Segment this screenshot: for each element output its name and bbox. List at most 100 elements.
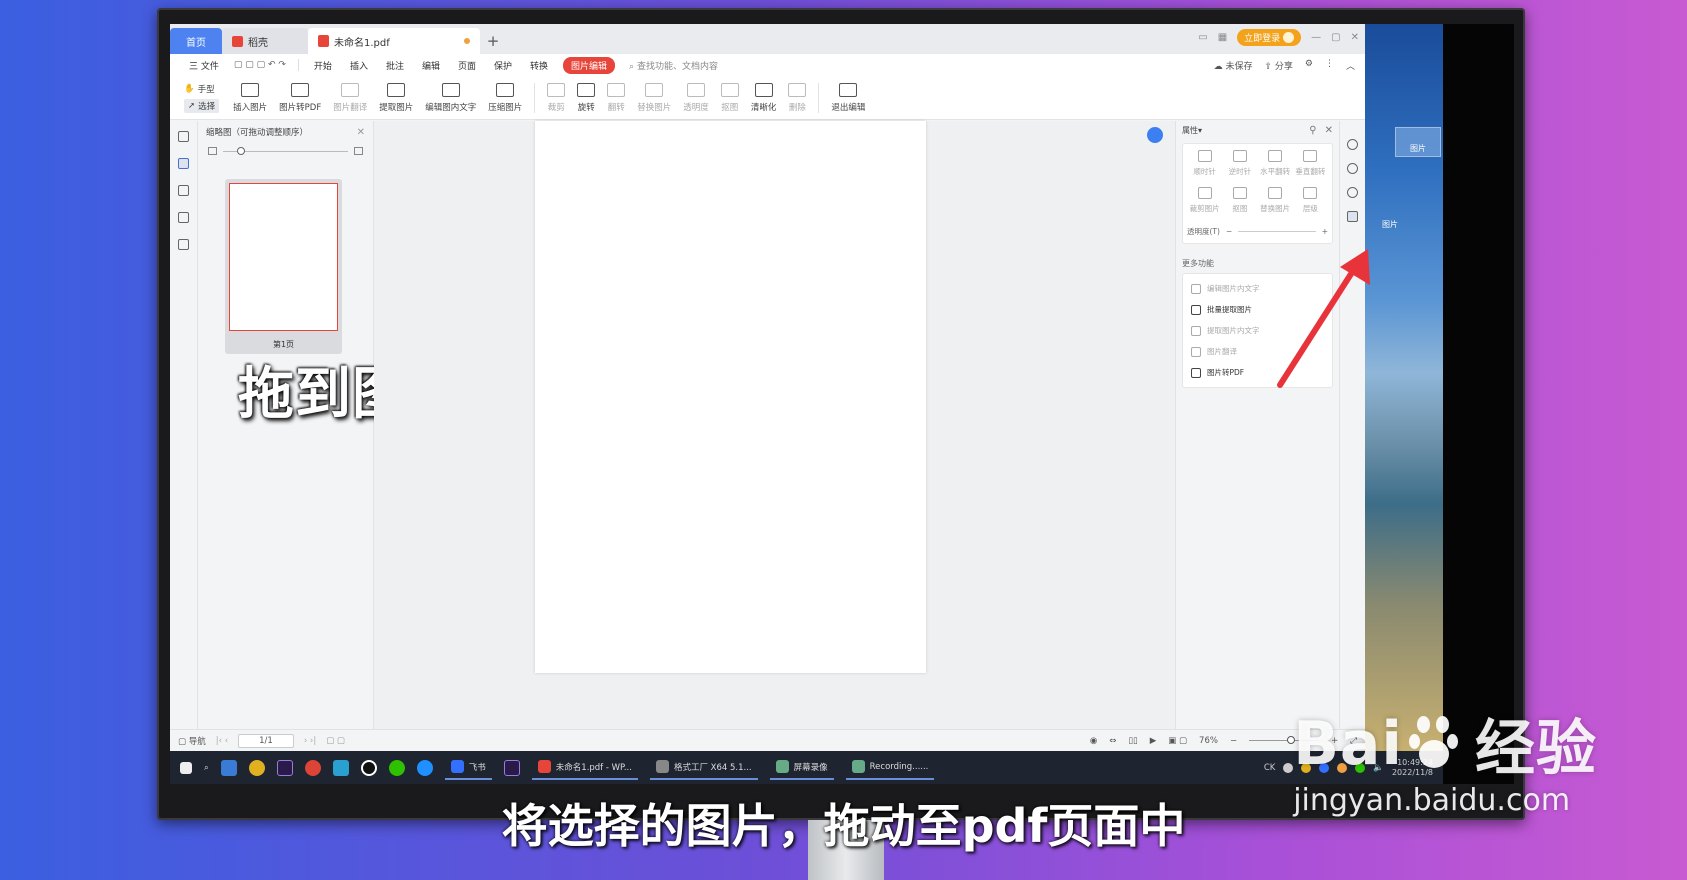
- quick-tools-icon[interactable]: ▢ ▢ ▢ ↶ ↷: [234, 60, 286, 70]
- layout-icon[interactable]: ▭: [1198, 32, 1207, 43]
- play-icon[interactable]: ▶: [1150, 736, 1157, 746]
- cutout-button[interactable]: 抠图: [715, 82, 745, 113]
- collapse-icon[interactable]: ︿: [1346, 59, 1355, 72]
- page-tools-icon[interactable]: ▢ ▢: [326, 736, 345, 746]
- layer-button[interactable]: 层级: [1293, 187, 1328, 214]
- settings-icon[interactable]: ⚙: [1305, 59, 1313, 72]
- comment-icon[interactable]: [178, 185, 189, 196]
- zoom-out-icon[interactable]: −: [1230, 736, 1237, 746]
- edit-image-text-button[interactable]: 编辑图内文字: [419, 82, 482, 113]
- rotate-ccw-button[interactable]: 逆时针: [1222, 150, 1257, 177]
- flip-button[interactable]: 翻转: [601, 82, 631, 113]
- menu-edit[interactable]: 编辑: [413, 59, 449, 72]
- insert-image-button[interactable]: 插入图片: [227, 82, 273, 113]
- translate-icon[interactable]: [1347, 163, 1358, 174]
- pdf-page[interactable]: [535, 121, 926, 673]
- help-icon[interactable]: [1347, 187, 1358, 198]
- hand-tool[interactable]: ✋ 手型: [184, 83, 219, 95]
- nav-button[interactable]: ▢ 导航: [178, 735, 206, 747]
- task-format-factory[interactable]: 格式工厂 X64 5.1...: [649, 756, 758, 780]
- view-mode-icon[interactable]: ▣ ▢: [1168, 736, 1187, 746]
- first-page-icon[interactable]: |‹ ‹: [216, 736, 228, 746]
- replace-image-button[interactable]: 替换图片: [631, 82, 677, 113]
- extract-image-button[interactable]: 提取图片: [373, 82, 419, 113]
- crop-image-button[interactable]: 裁剪图片: [1187, 187, 1222, 214]
- wechat-icon[interactable]: [388, 759, 405, 776]
- task-wps[interactable]: 未命名1.pdf - WP...: [531, 756, 638, 780]
- menu-annotate[interactable]: 批注: [377, 59, 413, 72]
- exit-edit-button[interactable]: 退出编辑: [825, 82, 871, 113]
- task-feishu[interactable]: 飞书: [444, 756, 492, 780]
- delete-button[interactable]: 删除: [782, 82, 812, 113]
- minimize-icon[interactable]: —: [1311, 32, 1321, 43]
- zoom-level[interactable]: 76%: [1199, 736, 1218, 746]
- close-icon[interactable]: ✕: [357, 127, 365, 138]
- share-button[interactable]: ⇪ 分享: [1264, 59, 1292, 72]
- browser-icon[interactable]: [248, 759, 265, 776]
- close-icon[interactable]: ✕: [1351, 32, 1359, 43]
- app-icon[interactable]: [332, 759, 349, 776]
- attachment-icon[interactable]: [178, 212, 189, 223]
- edge-icon[interactable]: [416, 759, 433, 776]
- premiere-icon[interactable]: [503, 759, 520, 776]
- slider-handle[interactable]: [237, 146, 245, 155]
- minus-icon[interactable]: −: [1226, 227, 1232, 236]
- premiere-icon[interactable]: [276, 759, 293, 776]
- bookmark-icon[interactable]: [178, 131, 189, 142]
- assistant-icon[interactable]: [1147, 127, 1163, 143]
- tray-icon[interactable]: [1283, 762, 1294, 773]
- pin-icon[interactable]: ⚲: [1309, 125, 1316, 136]
- unsaved-status[interactable]: ☁ 未保存: [1214, 59, 1253, 72]
- cutout-button[interactable]: 抠图: [1222, 187, 1257, 214]
- flip-vertical-button[interactable]: 垂直翻转: [1293, 150, 1328, 177]
- menu-page[interactable]: 页面: [449, 59, 485, 72]
- opacity-control[interactable]: 透明度(T) − +: [1187, 226, 1328, 237]
- search-icon[interactable]: ⌕: [204, 763, 209, 773]
- sharpen-button[interactable]: 清晰化: [745, 82, 783, 113]
- crop-button[interactable]: 裁剪: [541, 82, 571, 113]
- rotate-button[interactable]: 旋转: [571, 82, 601, 113]
- dragged-image-icon[interactable]: 图片: [1379, 202, 1401, 232]
- slider-track[interactable]: [223, 146, 348, 155]
- menu-insert[interactable]: 插入: [341, 59, 377, 72]
- apps-grid-icon[interactable]: ▦: [1218, 32, 1227, 43]
- menu-image-edit[interactable]: 图片编辑: [563, 56, 616, 74]
- image-translate-button[interactable]: 图片翻译: [327, 82, 373, 113]
- document-canvas[interactable]: [374, 121, 1175, 729]
- thumbnail-icon[interactable]: [178, 158, 189, 169]
- page-thumbnail[interactable]: 第1页: [225, 179, 342, 354]
- windows-start-icon[interactable]: [180, 761, 192, 774]
- menu-file[interactable]: 三 文件: [180, 59, 228, 72]
- menu-start[interactable]: 开始: [305, 59, 341, 72]
- input-language[interactable]: CK: [1264, 763, 1276, 773]
- select-tool[interactable]: ➚ 选择: [184, 98, 220, 113]
- opacity-button[interactable]: 透明度: [677, 82, 715, 113]
- page-number-input[interactable]: 1/1: [238, 733, 294, 748]
- tab-home[interactable]: 首页: [170, 28, 222, 54]
- image-to-pdf-button[interactable]: 图片转PDF: [273, 82, 327, 113]
- new-tab-button[interactable]: +: [480, 28, 506, 54]
- thumbnail-size-slider[interactable]: [198, 143, 373, 159]
- flip-horizontal-button[interactable]: 水平翻转: [1258, 150, 1293, 177]
- signature-icon[interactable]: [178, 239, 189, 250]
- qq-icon[interactable]: [360, 759, 377, 776]
- single-page-icon[interactable]: ▯▯: [1128, 736, 1137, 746]
- zoom-icon[interactable]: [1347, 139, 1358, 150]
- chrome-icon[interactable]: [304, 759, 321, 776]
- tab-document[interactable]: 未命名1.pdf: [308, 28, 480, 54]
- task-recording[interactable]: Recording......: [845, 756, 935, 780]
- compress-image-button[interactable]: 压缩图片: [482, 82, 528, 113]
- desktop-image-file[interactable]: 图片: [1395, 127, 1441, 157]
- maximize-icon[interactable]: ▢: [1331, 32, 1340, 43]
- fit-width-icon[interactable]: ⇔: [1109, 736, 1116, 746]
- menu-convert[interactable]: 转换: [521, 59, 557, 72]
- photos-icon[interactable]: [220, 759, 237, 776]
- opacity-slider[interactable]: [1238, 231, 1316, 232]
- tab-docer[interactable]: 稻壳: [222, 28, 308, 54]
- menu-protect[interactable]: 保护: [485, 59, 521, 72]
- login-button[interactable]: 立即登录: [1237, 29, 1302, 46]
- eye-icon[interactable]: ◉: [1090, 736, 1097, 746]
- plus-icon[interactable]: +: [1322, 227, 1328, 236]
- more-icon[interactable]: ⋮: [1325, 59, 1334, 72]
- next-page-icon[interactable]: › ›|: [304, 736, 316, 746]
